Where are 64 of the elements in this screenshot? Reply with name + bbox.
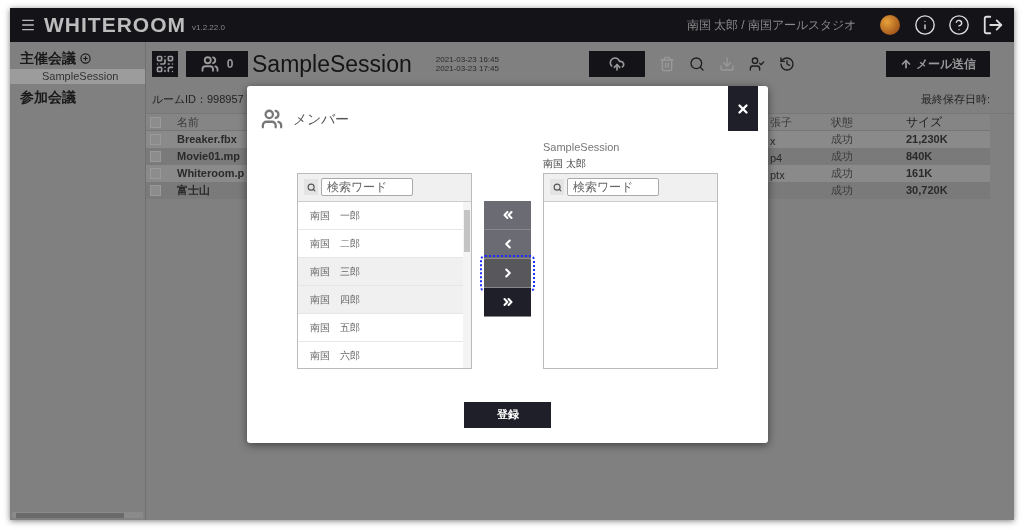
column-header: 名前 — [177, 114, 199, 130]
table-cell-text: 30,720K — [906, 183, 948, 199]
add-icon[interactable] — [80, 53, 91, 64]
last-saved-label: 最終保存日時: — [920, 92, 990, 108]
sidebar-heading: 参加会議 — [19, 88, 77, 107]
search-icon — [304, 179, 318, 195]
sidebar-heading: 主催会議 — [20, 49, 76, 68]
close-icon — [736, 101, 750, 116]
arrow-up-icon — [900, 58, 912, 70]
end-time: 2021-03-23 17:45 — [435, 64, 499, 73]
table-cell-text: 21,230K — [906, 132, 948, 148]
search-field[interactable]: 検索ワード — [321, 178, 413, 196]
dialog-title: メンバー — [293, 109, 349, 129]
table-cell-text: 成功 — [831, 166, 854, 182]
user-label: 南国 太郎 / 南国アールスタジオ — [686, 17, 856, 34]
search-field[interactable]: 検索ワード — [567, 178, 659, 196]
register-button[interactable]: 登録 — [464, 401, 551, 428]
history-icon[interactable] — [779, 56, 795, 72]
search-icon — [550, 179, 564, 195]
app-logo: WHITEROOM — [44, 12, 186, 39]
users-icon — [200, 55, 219, 73]
checkbox[interactable] — [150, 185, 161, 196]
user-check-icon[interactable] — [749, 56, 765, 72]
room-id-label: ルームID：998957 — [152, 92, 244, 108]
table-cell-text: 840K — [906, 149, 933, 165]
table-cell-text: Whiteroom.p — [177, 166, 245, 182]
info-icon[interactable] — [914, 14, 936, 36]
table-cell-text: 成功 — [831, 149, 854, 165]
table-cell-text: Breaker.fbx — [177, 132, 237, 148]
members-button[interactable]: 0 — [186, 51, 248, 77]
session-name: SampleSession — [543, 140, 621, 155]
table-cell-text: Movie01.mp — [177, 149, 240, 165]
table-cell-text: 富士山 — [177, 183, 210, 199]
users-icon — [261, 108, 283, 130]
column-header: 張子 — [769, 114, 793, 130]
menu-icon[interactable] — [20, 17, 36, 33]
send-mail-button[interactable]: メール送信 — [886, 51, 990, 77]
move-all-right-button[interactable] — [484, 287, 531, 317]
table-cell-text: 成功 — [831, 183, 854, 199]
avatar-icon[interactable] — [880, 15, 900, 35]
column-header: 状態 — [831, 114, 854, 130]
checkbox[interactable] — [150, 151, 161, 162]
sidebar-item[interactable]: SampleSession — [10, 69, 145, 84]
owner-name: 南国 太郎 — [543, 156, 587, 171]
table-cell-text: 161K — [906, 166, 933, 182]
cloud-upload-icon — [609, 56, 625, 72]
column-header: サイズ — [906, 114, 942, 131]
qr-code-button[interactable] — [152, 51, 178, 77]
start-time: 2021-03-23 16:45 — [435, 55, 499, 64]
table-cell: p4 — [770, 151, 783, 164]
logout-icon[interactable] — [982, 14, 1004, 36]
member-item[interactable]: 南国 四郎 — [298, 285, 463, 314]
table-cell-text: 成功 — [831, 132, 854, 148]
help-icon[interactable] — [948, 14, 970, 36]
table-cell: ptx — [770, 168, 785, 181]
search-icon[interactable] — [689, 56, 705, 72]
scrollbar-drawing[interactable] — [12, 512, 143, 518]
session-title: SampleSession — [252, 49, 412, 79]
close-button[interactable] — [728, 86, 758, 131]
upload-button[interactable] — [589, 51, 645, 77]
member-item[interactable]: 南国 三郎 — [298, 257, 463, 286]
table-cell: x — [770, 134, 776, 147]
version-label: v1.2.22.0 — [192, 22, 225, 34]
scrollbar-drawing[interactable] — [463, 201, 471, 368]
